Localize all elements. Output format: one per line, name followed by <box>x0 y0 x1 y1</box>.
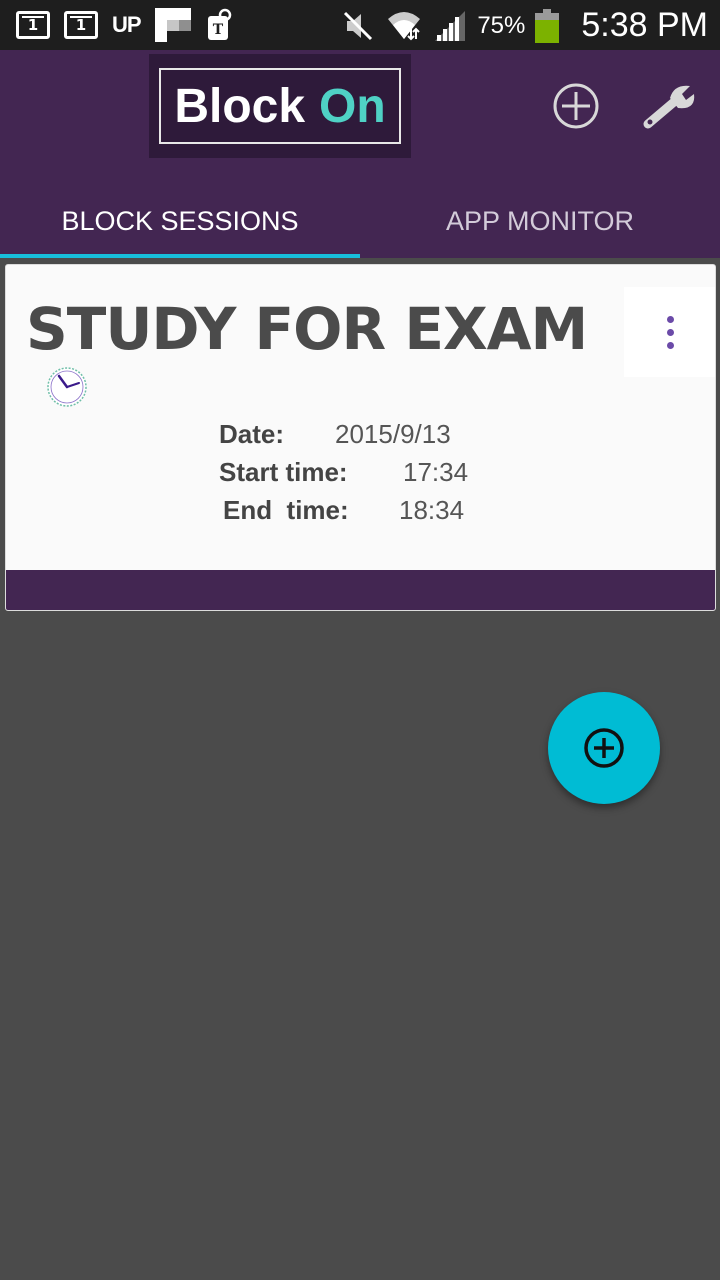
app-logo: Block On <box>149 54 411 158</box>
plus-circle-icon <box>553 83 599 129</box>
calendar-day: 1 <box>75 16 87 34</box>
session-menu-button[interactable] <box>624 287 715 377</box>
add-session-fab[interactable] <box>548 692 660 804</box>
tab-bar: BLOCK SESSIONS APP MONITOR <box>0 184 720 258</box>
calendar-icon: 1 <box>64 11 98 39</box>
tab-label: BLOCK SESSIONS <box>61 205 299 236</box>
active-tab-indicator <box>0 254 360 258</box>
start-time-label: Start time: <box>219 457 348 487</box>
clock-icon <box>47 367 87 407</box>
date-value: 2015/9/13 <box>335 419 451 449</box>
end-time-row: End time: 18:34 <box>6 495 715 533</box>
wifi-icon <box>388 11 421 40</box>
battery-percent: 75% <box>477 11 526 39</box>
session-title: STUDY FOR EXAM <box>26 295 588 363</box>
tab-block-sessions[interactable]: BLOCK SESSIONS <box>0 184 360 258</box>
session-card[interactable]: STUDY FOR EXAM Date: 2015/9/13 Start tim… <box>5 264 716 611</box>
add-session-button[interactable] <box>550 80 602 132</box>
end-time-label: End time: <box>223 495 349 525</box>
signal-icon <box>435 10 466 41</box>
plus-circle-icon <box>584 728 624 768</box>
date-label: Date: <box>219 419 285 449</box>
mute-icon <box>344 11 373 40</box>
session-card-footer <box>6 570 715 610</box>
tmobile-icon: T <box>207 8 231 40</box>
logo-word-on: On <box>319 79 386 133</box>
app-bar: Block On BLOCK SESSIONS APP MONITOR <box>0 50 720 258</box>
status-time: 5:38 PM <box>581 6 708 44</box>
battery-icon <box>535 8 560 43</box>
more-vert-icon <box>667 315 674 349</box>
tab-app-monitor[interactable]: APP MONITOR <box>360 184 720 258</box>
flipboard-icon <box>154 8 191 42</box>
calendar-day: 1 <box>27 16 39 34</box>
settings-button[interactable] <box>640 80 702 132</box>
start-time-value: 17:34 <box>403 457 469 487</box>
logo-word-block: Block <box>174 79 306 133</box>
status-bar: 1 1 UP T 75% 5:38 PM <box>0 0 720 50</box>
tab-label: APP MONITOR <box>445 205 635 236</box>
up-app-icon: UP <box>112 12 142 37</box>
wrench-icon <box>643 85 695 129</box>
end-time-value: 18:34 <box>399 495 465 525</box>
calendar-icon: 1 <box>16 11 50 39</box>
date-row: Date: 2015/9/13 <box>6 419 715 457</box>
svg-text:T: T <box>212 22 223 38</box>
start-time-row: Start time: 17:34 <box>6 457 715 495</box>
